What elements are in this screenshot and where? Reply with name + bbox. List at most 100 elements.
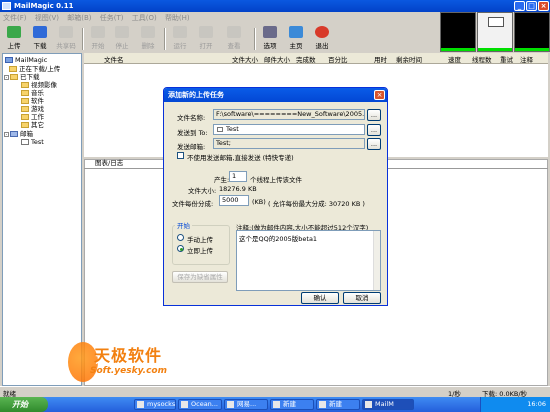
taskbar-item-mailmagic[interactable]: MailM [362,399,414,410]
toolbar-separator [164,28,166,50]
minimize-button[interactable]: _ [514,1,525,11]
menu-help[interactable]: 帮助(H) [165,14,190,22]
tree-item-other[interactable]: 其它 [21,121,44,129]
tree-item-music[interactable]: 音乐 [21,89,44,97]
tree-item-video[interactable]: 视频影像 [21,81,57,89]
tree-label: Test [31,138,44,146]
exit-button[interactable]: 退出 [310,26,334,50]
notes-value: 这个是QQ的2005版beta1 [239,235,318,243]
auto-upload-radio[interactable] [177,245,184,252]
download-label: 下载 [33,42,47,50]
col-filesize[interactable]: 文件大小 [232,54,258,64]
col-time[interactable]: 用时 [374,54,387,64]
share-code-button[interactable]: 共享码 [54,26,78,50]
col-remaining[interactable]: 剩余时间 [396,54,422,64]
upload-icon [7,26,21,38]
col-threads[interactable]: 线程数 [472,54,492,64]
tree-item-downloading[interactable]: 正在下载/上传 [9,65,60,73]
delete-button[interactable]: 删除 [136,26,160,50]
threads-value: 1 [232,172,237,180]
col-notes[interactable]: 注释 [520,54,533,64]
tree-item-downloaded[interactable]: - 已下载 [4,73,40,81]
menu-view[interactable]: 视图(V) [35,14,59,22]
taskbar-item[interactable]: Ocean... [178,399,222,410]
start-menu-button[interactable]: 开始 [0,397,48,412]
split-size-input[interactable]: 5000 [219,195,249,206]
save-default-button[interactable]: 保存为缺省属性 [172,271,228,283]
direct-send-checkbox[interactable] [177,152,184,159]
tree-item-software[interactable]: 软件 [21,97,44,105]
folder-tree: MailMagic 正在下载/上传 - 已下载 视频影像 音乐 软件 游戏 工作 … [2,53,82,386]
add-upload-task-dialog: 添加新的上传任务 × 文件名称: F:\software\========New… [163,87,388,306]
filename-field[interactable]: F:\software\========New_Software\2005.04… [213,109,365,120]
collapse-icon[interactable]: - [4,74,9,80]
window-icon [319,401,326,408]
col-percent[interactable]: 百分比 [328,54,348,64]
open-label: 打开 [199,42,213,50]
tree-item-games[interactable]: 游戏 [21,105,44,113]
sendmail-field[interactable]: Test; [213,138,365,149]
manual-upload-radio[interactable] [177,234,184,241]
open-button[interactable]: 打开 [194,26,218,50]
taskbar-item[interactable]: 网易... [224,399,268,410]
mail-graph [477,12,513,52]
download-button[interactable]: 下载 [28,26,52,50]
tree-label: 音乐 [31,89,44,97]
col-retry[interactable]: 重试 [500,54,513,64]
taskbar-item[interactable]: 新建 [316,399,360,410]
menu-tools[interactable]: 工具(O) [132,14,157,22]
status-bar: 就绪 1/秒 下载: 0.0KB/秒 [0,386,550,398]
tree-label: 视频影像 [31,81,57,89]
stop-label: 停止 [115,42,129,50]
split-note: ( 允许每份最大分成: 30720 KB ) [268,200,365,208]
dialog-close-button[interactable]: × [374,90,385,100]
options-button[interactable]: 选项 [258,26,282,50]
view-label: 查看 [227,42,241,50]
tree-label: 软件 [31,97,44,105]
upload-graph [440,12,476,52]
close-button[interactable]: × [538,1,549,11]
tree-label: 正在下载/上传 [19,65,61,73]
taskbar-item[interactable]: 新建 [270,399,314,410]
notes-scrollbar[interactable] [373,231,380,290]
col-speed[interactable]: 速度 [448,54,461,64]
upload-button[interactable]: 上传 [2,26,26,50]
run-icon [173,26,187,38]
run-button[interactable]: 运行 [168,26,192,50]
threads-suffix: 个线程上传该文件 [250,176,302,184]
menu-mailbox[interactable]: 邮箱(B) [67,14,91,22]
options-label: 选项 [263,42,277,50]
col-mailsize[interactable]: 邮件大小 [264,54,290,64]
sendto-browse-button[interactable]: ... [367,124,381,136]
tree-item-test[interactable]: Test [21,138,44,146]
traffic-monitor [440,12,550,52]
sendmail-browse-button[interactable]: ... [367,138,381,150]
delete-label: 删除 [141,42,155,50]
stop-button[interactable]: 停止 [110,26,134,50]
view-button[interactable]: 查看 [222,26,246,50]
mail-account-icon [21,139,29,145]
filename-browse-button[interactable]: ... [367,109,381,121]
collapse-icon[interactable]: - [4,131,9,137]
dialog-titlebar: 添加新的上传任务 [164,88,387,102]
col-filename[interactable]: 文件名 [104,54,124,64]
start-button[interactable]: 开始 [86,26,110,50]
sendto-select[interactable]: Test [213,124,365,135]
threads-spinner[interactable]: 1 [229,171,247,182]
ok-button[interactable]: 确认 [301,292,339,304]
tree-root[interactable]: MailMagic [5,56,47,64]
menu-file[interactable]: 文件(F) [3,14,27,22]
menu-task[interactable]: 任务(T) [100,14,124,22]
maximize-button[interactable]: □ [526,1,537,11]
tree-item-mailbox[interactable]: - 邮箱 [4,130,33,138]
taskbar-item[interactable]: mysocks [134,399,176,410]
log-tab[interactable]: 图表/日志 [84,159,130,168]
cancel-button[interactable]: 取消 [343,292,381,304]
notes-textarea[interactable]: 这个是QQ的2005版beta1 [236,230,381,291]
col-done[interactable]: 完成数 [296,54,316,64]
tree-label: 工作 [31,113,44,121]
tree-item-work[interactable]: 工作 [21,113,44,121]
open-icon [199,26,213,38]
auto-upload-label: 立即上传 [187,247,213,255]
home-button[interactable]: 主页 [284,26,308,50]
